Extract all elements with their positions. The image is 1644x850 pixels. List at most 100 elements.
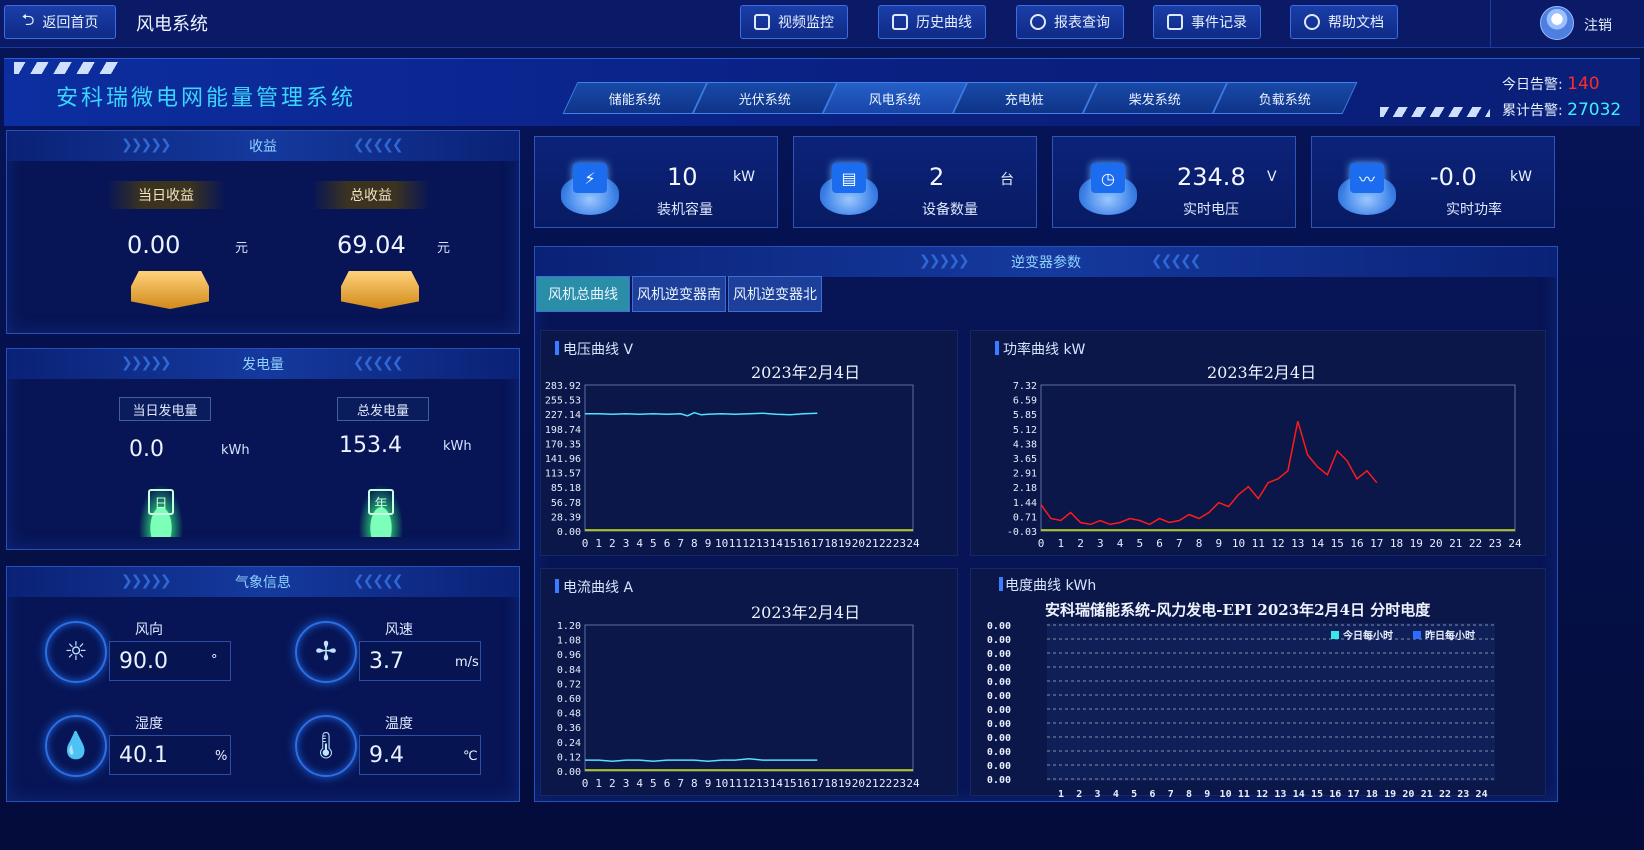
x-tick-label: 5 [1136,537,1143,550]
y-tick-label: 0.00 [557,767,581,778]
x-tick-label: 14 [1293,789,1305,797]
y-tick-label: 5.12 [1013,425,1037,436]
x-tick-label: 4 [636,777,643,790]
event-log-button[interactable]: 事件记录 [1153,5,1261,39]
total-income-label: 总收益 [312,181,430,209]
x-tick-label: 15 [1311,789,1323,797]
video-monitor-button[interactable]: 视频监控 [740,5,848,39]
y-tick-label: 0.00 [987,719,1011,730]
x-tick-label: 11 [1238,789,1250,797]
tab-wind-total-curve[interactable]: 风机总曲线 [536,276,630,312]
income-title: 收益 [249,139,277,155]
humidity-unit: % [215,749,228,764]
tab-wind-inverter-south[interactable]: 风机逆变器南 [632,276,726,312]
wind-speed-value: 3.7 [369,649,404,674]
today-income-value: 0.00 [127,231,181,259]
generation-panel-header: ❯❯❯❯❯ 发电量 ❮❮❮❮❮ [7,349,519,379]
x-tick-label: 20 [1402,789,1414,797]
wind-direction-label: 风向 [135,622,163,638]
back-home-button[interactable]: ⮌ 返回首页 [4,5,116,39]
y-tick-label: 56.78 [551,498,581,509]
help-doc-button[interactable]: 帮助文档 [1290,5,1398,39]
tab-diesel-system[interactable]: 柴发系统 [1082,82,1228,114]
y-tick-label: 0.00 [987,635,1011,646]
plot-frame [1040,384,1516,532]
x-tick-label: 22 [879,777,892,790]
x-tick-label: 8 [1186,789,1192,797]
alarm-total-label: 累计告警: [1502,103,1563,119]
back-arrow-icon: ⮌ [21,9,35,29]
alarm-total[interactable]: 累计告警: 27032 [1502,100,1621,120]
tab-wind-system[interactable]: 风电系统 [822,82,968,114]
tab-wind-inverter-north[interactable]: 风机逆变器北 [728,276,822,312]
alarm-total-value: 27032 [1567,100,1622,120]
tab-pv-system[interactable]: 光伏系统 [692,82,838,114]
device-count-label: 设备数量 [922,202,978,218]
calendar-day-text: 日 [148,489,174,515]
x-tick-label: 1 [595,537,602,550]
x-tick-label: 0 [582,537,589,550]
x-tick-label: 13 [756,777,769,790]
thermometer-icon: 🌡 [295,715,357,777]
voltage-chart-panel: 电压曲线 V 2023年2月4日 283.92 255.53 227.14 198.7… [540,330,958,556]
gold-box-icon [341,271,419,309]
x-tick-label: 11 [729,777,742,790]
weather-panel-header: ❯❯❯❯❯ 气象信息 ❮❮❮❮❮ [7,567,519,597]
avatar[interactable] [1540,6,1574,40]
x-tick-label: 20 [1429,537,1442,550]
today-generation-unit: kWh [221,443,250,458]
x-tick-label: 19 [838,777,851,790]
chevron-right-icon: ❯❯❯❯❯ [121,137,172,153]
humidity-label: 湿度 [135,716,163,732]
x-tick-label: 14 [770,537,784,550]
tab-storage-system[interactable]: 储能系统 [562,82,708,114]
x-tick-label: 0 [582,777,589,790]
today-income-unit: 元 [235,241,249,256]
x-tick-label: 21 [865,777,878,790]
y-tick-label: 1.08 [557,636,581,647]
x-tick-label: 12 [1271,537,1284,550]
income-panel-header: ❯❯❯❯❯ 收益 ❮❮❮❮❮ [7,131,519,161]
report-query-button[interactable]: 报表查询 [1016,5,1124,39]
wind-direction-value: 90.0 [119,649,168,674]
y-tick-label: 283.92 [545,381,581,392]
y-tick-label: 7.32 [1013,381,1037,392]
x-tick-label: 9 [705,537,712,550]
series-line [585,411,818,417]
tab-label: 负载系统 [1258,92,1311,108]
x-tick-label: 10 [1220,789,1232,797]
legend-swatch [1413,631,1421,639]
y-tick-label: 0.00 [987,649,1011,660]
x-tick-label: 21 [1421,789,1433,797]
x-tick-label: 13 [1291,537,1304,550]
legend-label: 今日每小时 [1342,629,1393,642]
x-tick-label: 23 [893,537,906,550]
chevron-left-icon: ❮❮❮❮❮ [353,355,404,371]
y-tick-label: 4.38 [1013,439,1037,450]
x-tick-label: 20 [852,537,865,550]
sun-icon: ☼ [45,621,107,683]
alarm-today[interactable]: 今日告警: 140 [1502,74,1600,94]
power-chart: 7.32 6.59 5.85 5.12 4.38 3.65 2.91 2.18 1.44 0.71… [1007,381,1522,550]
today-generation-value: 0.0 [129,437,164,462]
stat-card-voltage: ◷ 234.8 V 实时电压 [1052,136,1296,228]
weather-title: 气象信息 [235,575,291,591]
tab-charging-pile[interactable]: 充电桩 [952,82,1098,114]
x-tick-label: 18 [824,537,837,550]
logout-button[interactable]: 注销 [1584,15,1612,35]
x-tick-label: 11 [729,537,742,550]
x-tick-label: 12 [742,537,755,550]
y-tick-label: 0.00 [987,691,1011,702]
stat-card-power: 〰 -0.0 kW 实时功率 [1311,136,1555,228]
tab-load-system[interactable]: 负载系统 [1212,82,1358,114]
x-tick-label: 2 [1077,537,1084,550]
x-tick-label: 16 [1350,537,1363,550]
wind-speed-unit: m/s [455,655,479,670]
y-tick-label: 0.24 [557,738,581,749]
income-panel: ❯❯❯❯❯ 收益 ❮❮❮❮❮ 当日收益 总收益 0.00 元 69.04 元 [6,130,520,334]
y-tick-label: 0.00 [987,621,1011,632]
x-tick-label: 16 [1329,789,1341,797]
history-curve-button[interactable]: 历史曲线 [878,5,986,39]
x-tick-label: 3 [623,777,630,790]
x-tick-label: 23 [1489,537,1502,550]
